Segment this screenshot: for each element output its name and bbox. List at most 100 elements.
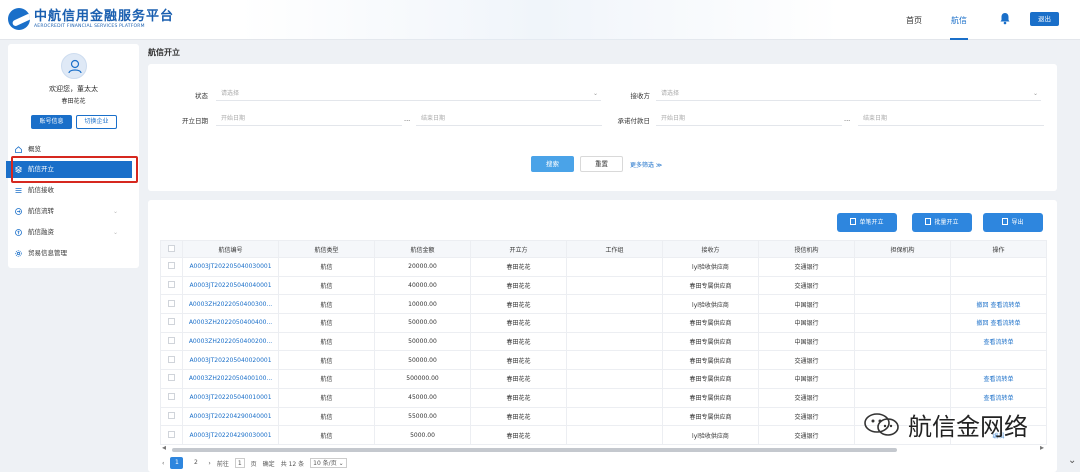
receiver-select[interactable]: 请选择 ⌄ <box>656 86 1041 101</box>
sidebar-item-label: 航信融资 <box>28 228 54 236</box>
list-icon <box>15 188 22 193</box>
logout-button[interactable]: 退出 <box>1030 12 1059 26</box>
hangxin-id-link[interactable]: A0003ZH2022050400300... <box>182 294 279 315</box>
hangxin-id-link[interactable]: A0003JT202205040030001 <box>182 257 279 277</box>
row-checkbox[interactable] <box>160 313 183 333</box>
hangxin-id-link[interactable]: A0003JT202205040020001 <box>182 350 279 371</box>
row-checkbox[interactable] <box>160 275 183 296</box>
nav-home[interactable]: 首页 <box>906 15 922 26</box>
chevron-down-icon: ⌄ <box>1032 90 1038 97</box>
row-checkbox[interactable] <box>160 294 183 315</box>
row-actions[interactable]: 撤回 查看流转单 <box>950 294 1047 315</box>
due-date-label: 承诺付款日 <box>617 117 651 125</box>
table-row[interactable]: A0003JT202205040020001 航信 50000.00 春田花花 春田专属… <box>160 350 1047 371</box>
cell-receiver: lyl验收供应商 <box>662 425 759 445</box>
cell-bank: 中国银行 <box>758 313 855 333</box>
hangxin-id-link[interactable]: A0003ZH2022050400100... <box>182 369 279 389</box>
page-1[interactable]: 1 <box>170 457 184 469</box>
cell-bank: 中国银行 <box>758 294 855 315</box>
hangxin-id-link[interactable]: A0003JT202204290030001 <box>182 425 279 445</box>
table-row[interactable]: A0003ZH2022050400200... 航信 50000.00 春田花花 春田专… <box>160 331 1047 352</box>
batch-issue-button[interactable]: 批量开立 <box>912 213 972 232</box>
scroll-down-icon[interactable]: ⌄ <box>1068 455 1076 466</box>
open-date-start-input[interactable]: 开始日期 <box>216 111 402 126</box>
hangxin-id-link[interactable]: A0003JT202204290040001 <box>182 406 279 427</box>
row-checkbox[interactable] <box>160 425 183 445</box>
row-actions[interactable]: 查看流转单 <box>950 387 1047 408</box>
due-date-start-input[interactable]: 开始日期 <box>656 111 842 126</box>
sidebar-item-transfer[interactable]: 航信流转 ⌄ <box>6 203 132 220</box>
switch-company-button[interactable]: 切换企业 <box>76 115 117 129</box>
row-checkbox[interactable] <box>160 406 183 427</box>
page-size-select[interactable]: 10 条/页 ⌄ <box>310 458 347 468</box>
logo-subtitle: AEROCREDIT FINANCIAL SERVICES PLATFORM <box>34 23 145 29</box>
cell-amount: 20000.00 <box>374 257 471 277</box>
table-row[interactable]: A0003JT202205040040001 航信 40000.00 春田花花 春田专属… <box>160 275 1047 296</box>
sidebar-item-trade-info[interactable]: 贸易信息管理 <box>6 245 132 262</box>
bell-icon[interactable] <box>999 12 1011 25</box>
cell-group <box>566 275 663 296</box>
sidebar-item-receive[interactable]: 航信接收 <box>6 182 132 199</box>
prev-page-icon[interactable]: ‹ <box>162 460 164 467</box>
row-actions[interactable]: 查看流转单 <box>950 369 1047 389</box>
export-button[interactable]: 导出 <box>983 213 1043 232</box>
more-filter-link[interactable]: 更多筛选 ≫ <box>630 160 662 169</box>
row-actions[interactable] <box>950 275 1047 296</box>
scroll-left-icon[interactable]: ◂ <box>162 443 166 452</box>
next-page-icon[interactable]: › <box>208 460 210 467</box>
home-icon <box>15 146 22 153</box>
row-checkbox[interactable] <box>160 257 183 277</box>
top-header: 中航信用金融服务平台 AEROCREDIT FINANCIAL SERVICES… <box>0 0 1080 40</box>
row-actions[interactable] <box>950 257 1047 277</box>
row-actions[interactable]: 查看流转单 <box>950 331 1047 352</box>
hangxin-id-link[interactable]: A0003JT202205040040001 <box>182 275 279 296</box>
receiver-label: 接收方 <box>630 92 651 100</box>
cell-type: 航信 <box>278 331 375 352</box>
row-checkbox[interactable] <box>160 331 183 352</box>
table-row[interactable]: A0003ZH2022050400300... 航信 10000.00 春田花花 lyl… <box>160 294 1047 315</box>
row-checkbox[interactable] <box>160 387 183 408</box>
export-icon <box>1002 218 1009 225</box>
horizontal-scrollbar[interactable]: ◂ ▸ <box>162 443 1054 453</box>
table-row[interactable]: A0003ZH2022050400100... 航信 500000.00 春田花花 春田… <box>160 369 1047 389</box>
table-row[interactable]: A0003JT202205040030001 航信 20000.00 春田花花 lyl验… <box>160 257 1047 277</box>
cell-issuer: 春田花花 <box>470 313 567 333</box>
row-checkbox[interactable] <box>160 369 183 389</box>
due-date-end-input[interactable]: 结束日期 <box>858 111 1044 126</box>
table-row[interactable]: A0003ZH2022050400400... 航信 50000.00 春田花花 春田专… <box>160 313 1047 333</box>
chevron-down-icon: ⌄ <box>112 208 118 215</box>
welcome-text: 欢迎您，董太太 <box>49 85 98 93</box>
reset-button[interactable]: 重置 <box>580 156 623 172</box>
platform-logo[interactable]: 中航信用金融服务平台 AEROCREDIT FINANCIAL SERVICES… <box>8 8 174 30</box>
column-header: 接收方 <box>662 240 759 258</box>
open-date-end-input[interactable]: 结束日期 <box>416 111 602 126</box>
account-info-button[interactable]: 账号信息 <box>31 115 72 129</box>
confirm-button[interactable]: 确定 <box>263 459 275 468</box>
cell-amount: 5000.00 <box>374 425 471 445</box>
goto-page-input[interactable]: 1 <box>234 458 245 468</box>
avatar <box>61 53 87 79</box>
company-name: 春田花花 <box>61 98 86 105</box>
search-button[interactable]: 搜索 <box>531 156 574 172</box>
select-all-checkbox[interactable] <box>160 240 183 258</box>
cell-receiver: 春田专属供应商 <box>662 406 759 427</box>
row-actions[interactable] <box>950 350 1047 371</box>
cell-bank: 交通银行 <box>758 425 855 445</box>
hangxin-id-link[interactable]: A0003ZH2022050400200... <box>182 331 279 352</box>
single-issue-button[interactable]: 单笔开立 <box>837 213 897 232</box>
nav-active-indicator <box>950 38 968 40</box>
row-checkbox[interactable] <box>160 350 183 371</box>
table-row[interactable]: A0003JT202205040010001 航信 45000.00 春田花花 春田专属… <box>160 387 1047 408</box>
row-actions[interactable]: 撤回 查看流转单 <box>950 313 1047 333</box>
sidebar-item-financing[interactable]: 航信融资 ⌄ <box>6 224 132 241</box>
cell-type: 航信 <box>278 350 375 371</box>
scroll-right-icon[interactable]: ▸ <box>1040 443 1044 452</box>
hangxin-id-link[interactable]: A0003ZH2022050400400... <box>182 313 279 333</box>
logo-mark-icon <box>8 8 30 30</box>
nav-hangxin[interactable]: 航信 <box>951 15 967 26</box>
status-select[interactable]: 请选择 ⌄ <box>216 86 601 101</box>
cell-group <box>566 369 663 389</box>
hangxin-id-link[interactable]: A0003JT202205040010001 <box>182 387 279 408</box>
page-2[interactable]: 2 <box>189 457 202 469</box>
scrollbar-thumb[interactable] <box>172 448 897 452</box>
